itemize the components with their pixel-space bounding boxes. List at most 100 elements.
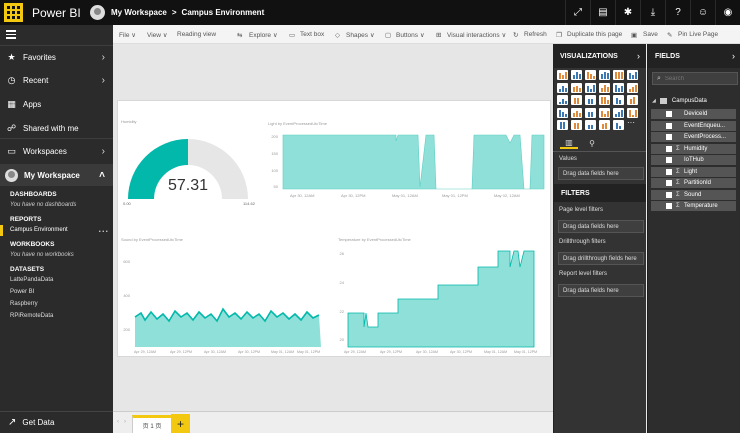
gauge-icon[interactable] [571, 107, 582, 118]
field-checkbox[interactable] [666, 157, 672, 163]
area-chart-icon[interactable] [571, 82, 582, 93]
kpi-icon[interactable] [613, 107, 624, 118]
funnel-icon[interactable] [557, 107, 568, 118]
waterfall-icon[interactable] [627, 82, 638, 93]
field-row[interactable]: IoTHub [651, 155, 736, 165]
stacked-bar-icon[interactable] [557, 70, 568, 80]
field-row[interactable]: Σ Light [651, 166, 736, 177]
breadcrumb-report[interactable]: Campus Environment [182, 8, 265, 17]
next-page-icon[interactable]: › [124, 419, 126, 425]
smiley-icon[interactable]: ☺ [690, 0, 715, 25]
stacked-area-icon[interactable] [585, 82, 596, 93]
refresh-button[interactable]: Refresh [524, 31, 547, 38]
reading-view-button[interactable]: Reading view [177, 31, 216, 38]
ribbon-chart-icon[interactable] [613, 82, 624, 93]
gear-icon[interactable]: ✱ [615, 0, 640, 25]
save-button[interactable]: Save [643, 31, 658, 38]
chevron-right-icon[interactable]: › [732, 51, 735, 61]
expand-icon[interactable]: ⤢ [565, 0, 590, 25]
breadcrumb-workspace[interactable]: My Workspace [111, 8, 167, 17]
dataset-item[interactable]: Power BI [10, 289, 34, 295]
page-tab-1[interactable]: 页 1 页 [132, 415, 172, 433]
field-checkbox[interactable] [666, 111, 672, 117]
nav-shared[interactable]: ☍ Shared with me [0, 118, 113, 138]
field-checkbox[interactable] [666, 134, 672, 140]
report-filters-drop-zone[interactable]: Drag data fields here [558, 284, 644, 297]
percent-column-icon[interactable] [627, 70, 638, 80]
field-checkbox[interactable] [666, 180, 672, 186]
field-row[interactable]: Σ Humidity [651, 143, 736, 154]
nav-apps[interactable]: ▦ Apps [0, 94, 113, 114]
donut-chart-icon[interactable] [585, 95, 596, 105]
matrix-icon[interactable] [571, 120, 582, 130]
r-visual-icon[interactable] [585, 120, 596, 130]
shapes-menu[interactable]: Shapes ∨ [346, 31, 375, 39]
drillthrough-drop-zone[interactable]: Drag drillthrough fields here [558, 252, 644, 265]
clustered-column-icon[interactable] [599, 70, 610, 80]
humidity-gauge[interactable]: Humidity 57.31 0.00 114.62 [121, 119, 261, 209]
field-checkbox[interactable] [666, 145, 672, 152]
hamburger-icon[interactable] [6, 30, 16, 41]
field-row[interactable]: EventEnqueu... [651, 120, 736, 131]
explore-menu[interactable]: Explore ∨ [249, 31, 278, 39]
card-icon[interactable] [585, 107, 596, 118]
map-icon[interactable] [613, 95, 624, 105]
file-menu[interactable]: File ∨ [119, 31, 136, 39]
add-page-button[interactable]: + [171, 414, 190, 433]
line-chart-icon[interactable] [557, 82, 568, 93]
treemap-icon[interactable] [599, 95, 610, 105]
chevron-up-icon[interactable]: ˄ [99, 170, 105, 181]
comment-icon[interactable]: ▤ [590, 0, 615, 25]
values-drop-zone[interactable]: Drag data fields here [558, 167, 644, 180]
get-data-button[interactable]: ↗ Get Data [0, 411, 113, 433]
filled-map-icon[interactable] [627, 95, 638, 105]
percent-bar-icon[interactable] [613, 70, 624, 80]
fields-search-input[interactable] [664, 75, 725, 82]
visual-interactions-menu[interactable]: Visual interactions ∨ [447, 31, 506, 39]
report-item-campus-environment[interactable]: Campus Environment ... [0, 224, 113, 236]
dataset-item[interactable]: RPiRemoteData [10, 313, 53, 319]
duplicate-page-button[interactable]: Duplicate this page [567, 31, 622, 38]
more-visuals-icon[interactable]: ··· [627, 119, 638, 130]
fields-tab-icon[interactable]: ▥ [560, 137, 578, 149]
sound-chart[interactable]: Sound by EventProcessedUtcTime 600 400 2… [121, 237, 326, 357]
text-box-button[interactable]: Text box [300, 31, 324, 38]
download-icon[interactable]: ⤓ [640, 0, 665, 25]
nav-recent[interactable]: ◷ Recent › [0, 70, 113, 90]
dataset-item[interactable]: LattePandaData [10, 277, 53, 283]
pie-chart-icon[interactable] [571, 95, 582, 105]
pin-live-page-button[interactable]: Pin Live Page [678, 31, 718, 38]
buttons-menu[interactable]: Buttons ∨ [396, 31, 425, 39]
view-menu[interactable]: View ∨ [147, 31, 168, 39]
expand-triangle-icon[interactable]: ◢ [652, 98, 656, 104]
chevron-right-icon[interactable]: › [637, 51, 640, 61]
table-icon[interactable] [557, 120, 568, 130]
nav-favorites[interactable]: ★ Favorites › [0, 47, 113, 67]
dataset-item[interactable]: Raspberry [10, 301, 38, 307]
scatter-icon[interactable] [557, 95, 568, 105]
more-options-icon[interactable]: ... [98, 224, 109, 234]
fields-search[interactable]: ⌕ [652, 72, 738, 85]
field-row[interactable]: Σ PartitionId [651, 178, 736, 188]
slicer-icon[interactable] [627, 107, 638, 118]
arcgis-icon[interactable] [613, 120, 624, 130]
field-checkbox[interactable] [666, 191, 672, 198]
prev-page-icon[interactable]: ‹ [117, 419, 119, 425]
clustered-bar-icon[interactable] [585, 70, 596, 80]
field-row[interactable]: DeviceId [651, 109, 736, 119]
table-campusdata[interactable]: ◢ CampusData [652, 96, 738, 106]
page-filters-drop-zone[interactable]: Drag data fields here [558, 220, 644, 233]
field-checkbox[interactable] [666, 203, 672, 209]
field-row[interactable]: Σ Sound [651, 189, 736, 200]
format-paint-roller-icon[interactable]: ⚲ [583, 137, 601, 149]
nav-workspaces[interactable]: ▭ Workspaces › [0, 141, 113, 161]
user-avatar-icon[interactable]: ◉ [715, 0, 740, 25]
field-row[interactable]: EventProcess... [651, 132, 736, 142]
globe-icon[interactable] [599, 120, 610, 130]
app-launcher-icon[interactable] [4, 3, 23, 22]
light-chart[interactable]: Light by EventProcessedUtcTime 200 150 1… [268, 121, 550, 216]
temperature-chart[interactable]: Temperature by EventProcessedUtcTime 26 … [338, 237, 550, 357]
help-icon[interactable]: ? [665, 0, 690, 25]
stacked-column-icon[interactable] [571, 70, 582, 80]
field-checkbox[interactable] [666, 168, 672, 175]
